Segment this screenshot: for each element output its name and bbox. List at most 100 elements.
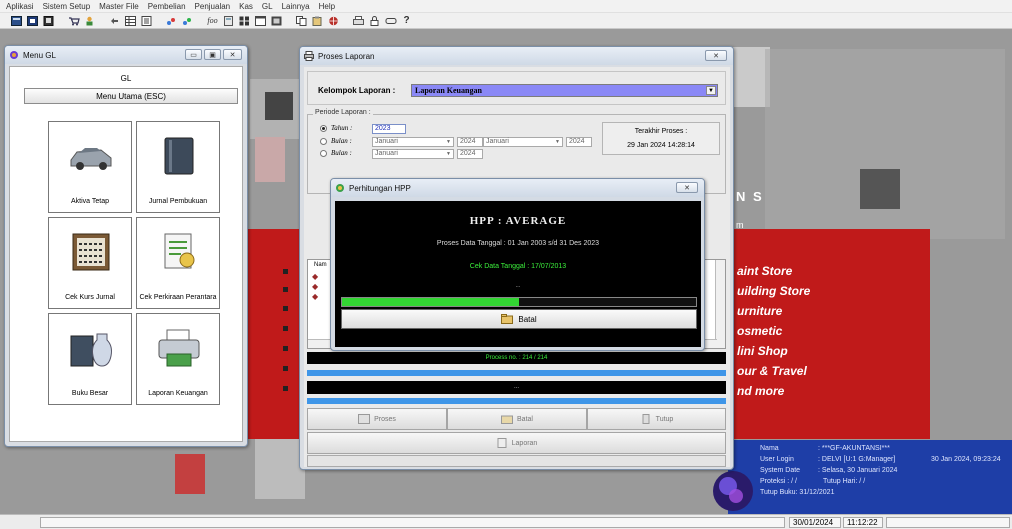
tile-cek-kurs-jurnal[interactable]: Cek Kurs Jurnal bbox=[48, 217, 132, 309]
tutup-hari-text: Tutup Hari: / / bbox=[823, 478, 866, 485]
terakhir-label: Terakhir Proses : bbox=[634, 128, 688, 135]
menu-penjualan[interactable]: Penjualan bbox=[195, 2, 231, 11]
person-icon[interactable] bbox=[83, 15, 96, 27]
feature-tour-travel: our & Travel bbox=[737, 364, 807, 378]
radio-bulan-1[interactable]: Bulan : bbox=[320, 136, 352, 146]
chevron-down-icon: ▼ bbox=[446, 139, 451, 145]
bulan1-year-input[interactable]: 2024 bbox=[457, 137, 483, 147]
lock-icon[interactable] bbox=[368, 15, 381, 27]
minimize-button[interactable]: ▭ bbox=[185, 49, 202, 60]
hpp-progress-track bbox=[341, 297, 697, 307]
radio-tahun[interactable]: Tahun : bbox=[320, 123, 352, 133]
tutup-label: Tutup bbox=[655, 415, 674, 423]
printer-icon bbox=[158, 329, 200, 367]
process-status-bar: ... bbox=[307, 381, 726, 394]
close-button[interactable]: ✕ bbox=[223, 49, 242, 60]
function-icon[interactable]: foo bbox=[206, 15, 219, 27]
proses-button[interactable]: Proses bbox=[307, 408, 447, 430]
report-icon[interactable] bbox=[42, 15, 55, 27]
paste-icon[interactable] bbox=[311, 15, 324, 27]
menu-utama-button[interactable]: Menu Utama (ESC) bbox=[24, 88, 238, 104]
list-scrollbar[interactable] bbox=[715, 260, 725, 348]
grid2-icon[interactable] bbox=[238, 15, 251, 27]
copy-icon[interactable] bbox=[295, 15, 308, 27]
key-icon[interactable] bbox=[384, 15, 397, 27]
hpp-batal-button[interactable]: Batal bbox=[341, 309, 697, 329]
laporan-button[interactable]: Laporan bbox=[307, 432, 726, 454]
menu-aplikasi[interactable]: Aplikasi bbox=[6, 2, 34, 11]
bulan2-month-value: Januari bbox=[375, 150, 398, 157]
login-label: User Login bbox=[760, 456, 794, 463]
bulan1-month2-select[interactable]: Januari ▼ bbox=[483, 137, 563, 147]
tile-aktiva-tetap[interactable]: Aktiva Tetap bbox=[48, 121, 132, 213]
cart-icon[interactable] bbox=[67, 15, 80, 27]
batal-button[interactable]: Batal bbox=[447, 408, 587, 430]
pin2-icon[interactable] bbox=[181, 15, 194, 27]
menu-pembelian[interactable]: Pembelian bbox=[148, 2, 186, 11]
table-icon[interactable] bbox=[124, 15, 137, 27]
tile-label: Jurnal Pembukuan bbox=[148, 198, 208, 205]
menu-gl[interactable]: GL bbox=[262, 2, 273, 11]
list-item-icon: ◆ bbox=[312, 292, 319, 301]
tile-cek-perkiraan-perantara[interactable]: Cek Perkiraan Perantara bbox=[136, 217, 220, 309]
hpp-title: Perhitungan HPP bbox=[349, 183, 411, 193]
tile-buku-besar[interactable]: Buku Besar bbox=[48, 313, 132, 405]
radio-tahun-label: Tahun : bbox=[331, 124, 353, 132]
bulan1-month-select[interactable]: Januari ▼ bbox=[372, 137, 454, 147]
terakhir-proses-box: Terakhir Proses : 29 Jan 2024 14:28:14 bbox=[602, 122, 720, 155]
bulan2-month-select[interactable]: Januari ▼ bbox=[372, 149, 454, 159]
menu-lainnya[interactable]: Lainnya bbox=[282, 2, 310, 11]
login-value: : DELVI [U:1 G:Manager] bbox=[818, 456, 896, 463]
status-extra bbox=[886, 517, 1010, 528]
web-icon[interactable] bbox=[327, 15, 340, 27]
radio-bulan-2[interactable]: Bulan : bbox=[320, 148, 352, 158]
process-ellipsis: ... bbox=[513, 384, 519, 390]
proses-laporan-title: Proses Laporan bbox=[318, 51, 375, 61]
bulan1-year2-input[interactable]: 2024 bbox=[566, 137, 592, 147]
help-icon[interactable]: ? bbox=[400, 15, 413, 27]
calculator-icon[interactable] bbox=[10, 15, 23, 27]
tile-jurnal-pembukuan[interactable]: Jurnal Pembukuan bbox=[136, 121, 220, 213]
chevron-down-icon[interactable]: ▼ bbox=[706, 86, 716, 95]
toolbar: foo ? bbox=[0, 13, 1012, 29]
maximize-button[interactable]: ▣ bbox=[204, 49, 221, 60]
sysdate-value: : Selasa, 30 Januari 2024 bbox=[818, 467, 898, 474]
abacus-icon bbox=[72, 233, 110, 271]
gl-heading: GL bbox=[120, 74, 132, 83]
hpp-cek-text: Cek Data Tanggal : 17/07/2013 bbox=[469, 263, 567, 270]
hpp-body: HPP : AVERAGE Proses Data Tanggal : 01 J… bbox=[335, 201, 701, 347]
radio-bulan-label: Bulan : bbox=[331, 137, 352, 145]
menu-master-file[interactable]: Master File bbox=[99, 2, 139, 11]
doc-icon[interactable] bbox=[140, 15, 153, 27]
hpp-proses-text: Proses Data Tanggal : 01 Jan 2003 s/d 31… bbox=[436, 240, 600, 247]
grid-icon[interactable] bbox=[26, 15, 39, 27]
globe-logo-icon bbox=[713, 471, 753, 511]
calc-icon[interactable] bbox=[222, 15, 235, 27]
tile-label: Buku Besar bbox=[71, 390, 109, 397]
pin-icon[interactable] bbox=[165, 15, 178, 27]
menu-kas[interactable]: Kas bbox=[239, 2, 253, 11]
login-time: 30 Jan 2024, 09:23:24 bbox=[931, 456, 1001, 463]
list-header: Nam bbox=[314, 262, 327, 268]
bulan2-year-input[interactable]: 2024 bbox=[457, 149, 483, 159]
print-icon[interactable] bbox=[352, 15, 365, 27]
cal-icon[interactable] bbox=[254, 15, 267, 27]
brand-fragment-m: m bbox=[736, 220, 744, 230]
box-icon[interactable] bbox=[270, 15, 283, 27]
undo-icon[interactable] bbox=[108, 15, 121, 27]
tahun-input[interactable]: 2023 bbox=[372, 124, 406, 134]
close-button[interactable]: ✕ bbox=[705, 50, 727, 61]
folder-icon bbox=[501, 314, 514, 324]
periode-label: Periode Laporan : bbox=[313, 109, 373, 116]
bulan1-month-value: Januari bbox=[375, 138, 398, 145]
kelompok-select[interactable]: Laporan Keuangan ▼ bbox=[411, 84, 718, 97]
menu-sistem-setup[interactable]: Sistem Setup bbox=[43, 2, 91, 11]
tutup-button[interactable]: Tutup bbox=[587, 408, 726, 430]
close-button[interactable]: ✕ bbox=[676, 182, 698, 193]
menu-help[interactable]: Help bbox=[319, 2, 335, 11]
tile-laporan-keuangan[interactable]: Laporan Keuangan bbox=[136, 313, 220, 405]
hpp-dialog: Perhitungan HPP ✕ HPP : AVERAGE Proses D… bbox=[330, 178, 705, 351]
feature-mini-shop: lini Shop bbox=[737, 344, 788, 358]
status-bar: 30/01/2024 11:12:22 bbox=[0, 514, 1012, 529]
printer-small-icon bbox=[304, 51, 314, 61]
